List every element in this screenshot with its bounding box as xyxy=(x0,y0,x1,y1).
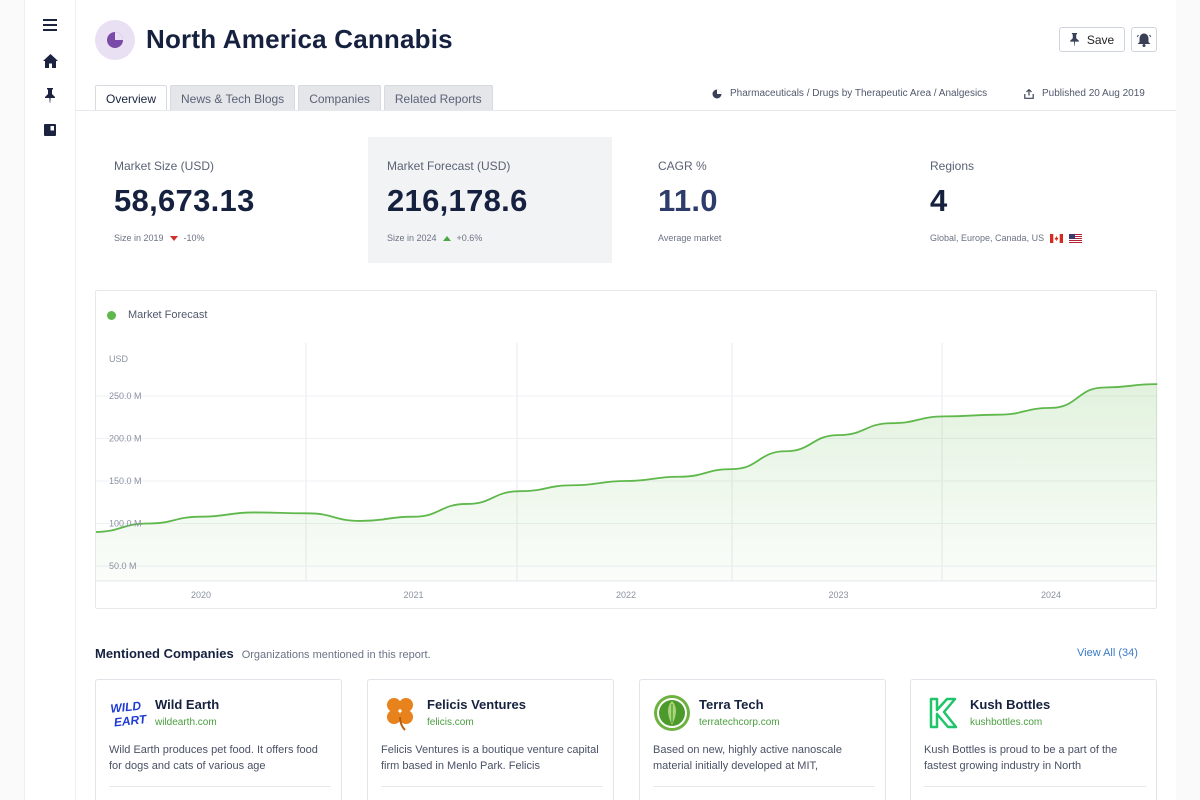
tabs-divider xyxy=(76,110,1176,111)
stat-label: Regions xyxy=(930,159,975,173)
y-tick-label: 200.0 M xyxy=(109,434,142,444)
stat-value: 58,673.13 xyxy=(114,183,255,218)
chart-legend[interactable]: Market Forecast xyxy=(107,309,207,321)
x-tick-label: 2021 xyxy=(403,590,423,600)
company-url[interactable]: kushbottles.com xyxy=(970,717,1042,728)
view-all-link[interactable]: View All (34) xyxy=(1077,647,1138,659)
menu-icon[interactable] xyxy=(25,10,75,40)
y-tick-label: 250.0 M xyxy=(109,391,142,401)
share-icon xyxy=(1024,88,1034,99)
market-forecast-chart: USD 250.0 M 200.0 M 150.0 M 100.0 M 50.0 M 202… xyxy=(95,290,1158,609)
save-button-label: Save xyxy=(1086,32,1115,47)
page-title: North America Cannabis xyxy=(146,24,453,54)
stat-value: 11.0 xyxy=(658,183,718,218)
stat-label: Market Size (USD) xyxy=(114,159,215,173)
stat-change: +0.6% xyxy=(456,233,483,243)
stat-sub-label: Size in 2024 xyxy=(387,233,437,243)
felicis-clover-logo xyxy=(381,694,419,732)
stat-label: Market Forecast (USD) xyxy=(387,159,511,173)
companies-header: Mentioned Companies Organizations mentio… xyxy=(95,646,431,661)
company-name: Kush Bottles xyxy=(970,697,1051,712)
published-date-label: Published 20 Aug 2019 xyxy=(1042,88,1145,99)
terra-tech-leaf-logo xyxy=(653,694,691,732)
stat-sub: Average market xyxy=(658,233,883,243)
company-card-terra-tech[interactable]: Terra Tech terratechcorp.com Based on ne… xyxy=(639,679,886,800)
y-tick-label: 150.0 M xyxy=(109,476,142,486)
legend-label: Market Forecast xyxy=(128,309,208,321)
book-icon[interactable] xyxy=(25,115,75,145)
tab-news-tech-blogs[interactable]: News & Tech Blogs xyxy=(170,85,296,111)
canada-flag-icon xyxy=(1050,233,1064,243)
companies-title: Mentioned Companies xyxy=(95,646,234,661)
company-card-kush-bottles[interactable]: Kush Bottles kushbottles.com Kush Bottle… xyxy=(910,679,1157,800)
x-tick-label: 2022 xyxy=(616,590,636,600)
report-category[interactable]: Pharmaceuticals / Drugs by Therapeutic A… xyxy=(712,88,987,99)
sidebar xyxy=(24,0,76,800)
pie-chart-icon xyxy=(712,89,722,98)
bell-icon xyxy=(1137,33,1151,47)
legend-dot xyxy=(107,310,116,320)
card-divider xyxy=(381,786,603,787)
stat-value: 216,178.6 xyxy=(387,183,528,218)
stat-sub: Global, Europe, Canada, US xyxy=(930,233,1155,243)
trend-up-icon xyxy=(442,235,451,241)
us-flag-icon xyxy=(1069,233,1083,243)
stat-market-forecast: Market Forecast (USD) 216,178.6 Size in … xyxy=(368,137,612,263)
stat-regions: Regions 4 Global, Europe, Canada, US xyxy=(911,137,1155,263)
company-name: Terra Tech xyxy=(699,697,764,712)
published-date: Published 20 Aug 2019 xyxy=(1024,88,1145,99)
card-divider xyxy=(653,786,875,787)
tab-overview[interactable]: Overview xyxy=(95,85,168,111)
stat-label: CAGR % xyxy=(658,159,707,173)
stat-sub: Size in 2024 +0.6% xyxy=(387,233,612,243)
stat-sub-label: Average market xyxy=(658,233,722,243)
pin-icon[interactable] xyxy=(25,80,75,110)
report-category-label: Pharmaceuticals / Drugs by Therapeutic A… xyxy=(730,88,988,99)
wild-earth-logo: WILD EARTH xyxy=(109,694,147,732)
card-divider xyxy=(924,786,1146,787)
company-url[interactable]: terratechcorp.com xyxy=(699,717,780,728)
stat-cagr: CAGR % 11.0 Average market xyxy=(639,137,883,263)
company-description: Kush Bottles is proud to be a part of th… xyxy=(924,744,1118,772)
company-description: Based on new, highly active nanoscale ma… xyxy=(653,744,842,772)
tab-companies[interactable]: Companies xyxy=(298,85,381,111)
notification-bell-button[interactable] xyxy=(1131,27,1157,52)
main-content: North America Cannabis Save Overview New… xyxy=(76,0,1176,800)
trend-down-icon xyxy=(169,235,178,241)
chart-canvas: USD 250.0 M 200.0 M 150.0 M 100.0 M 50.0 M 202… xyxy=(96,343,1158,600)
report-pie-chart-icon xyxy=(95,20,135,60)
stat-market-size: Market Size (USD) 58,673.13 Size in 2019… xyxy=(95,137,339,263)
stat-sub-label: Global, Europe, Canada, US xyxy=(930,233,1045,243)
y-tick-label: 50.0 M xyxy=(109,561,137,571)
stat-change: -10% xyxy=(183,233,205,243)
company-card-felicis-ventures[interactable]: Felicis Ventures felicis.com Felicis Ven… xyxy=(367,679,614,800)
company-url[interactable]: wildearth.com xyxy=(155,717,217,728)
x-tick-label: 2020 xyxy=(191,590,211,600)
save-button[interactable]: Save xyxy=(1059,27,1125,52)
home-icon[interactable] xyxy=(25,46,75,76)
company-card-wild-earth[interactable]: WILD EARTH Wild Earth wildearth.com Wild … xyxy=(95,679,342,800)
card-divider xyxy=(109,786,331,787)
stat-sub: Size in 2019 -10% xyxy=(114,233,339,243)
company-description: Wild Earth produces pet food. It offers … xyxy=(109,744,318,772)
y-axis-unit-label: USD xyxy=(109,354,129,364)
pin-icon xyxy=(1069,33,1079,46)
x-tick-label: 2023 xyxy=(828,590,848,600)
chart-area-fill xyxy=(96,384,1158,581)
kush-bottles-logo xyxy=(924,694,962,732)
company-description: Felicis Ventures is a boutique venture c… xyxy=(381,744,599,772)
stat-value: 4 xyxy=(930,183,948,218)
companies-subtitle: Organizations mentioned in this report. xyxy=(241,649,431,661)
y-tick-label: 100.0 M xyxy=(109,519,142,529)
stat-sub-label: Size in 2019 xyxy=(114,233,164,243)
tab-related-reports[interactable]: Related Reports xyxy=(383,85,493,111)
tab-bar: Overview News & Tech Blogs Companies Rel… xyxy=(95,85,493,111)
x-tick-label: 2024 xyxy=(1041,590,1061,600)
company-url[interactable]: felicis.com xyxy=(427,717,474,728)
company-name: Wild Earth xyxy=(155,697,220,712)
company-name: Felicis Ventures xyxy=(427,697,526,712)
